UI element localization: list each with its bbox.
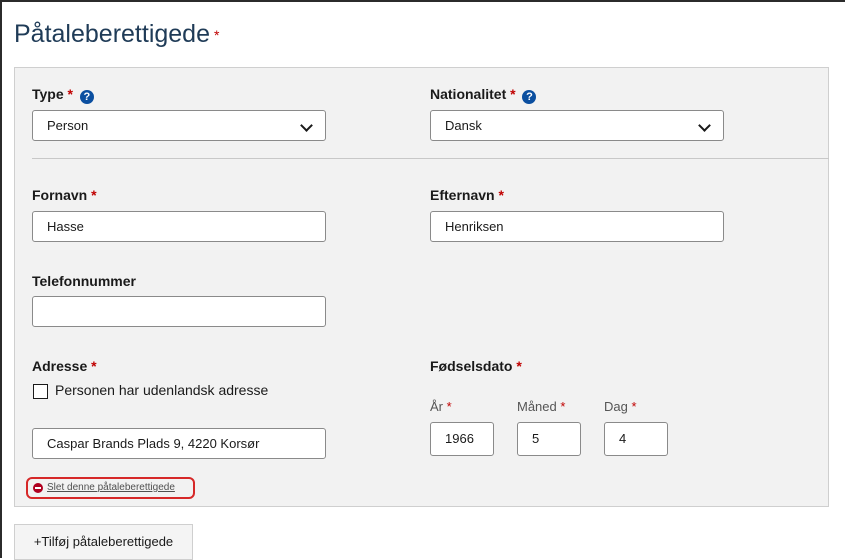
required-asterisk: * [498,187,504,203]
minus-circle-icon [33,483,43,493]
day-label-text: Dag [604,399,628,414]
divider [32,158,829,159]
month-label: Måned * [517,399,565,414]
day-label: Dag * [604,399,637,414]
required-asterisk: * [91,358,97,374]
nationality-select-value: Dansk [445,118,482,133]
nationality-select[interactable]: Dansk [430,110,724,141]
year-input[interactable]: 1966 [430,422,494,456]
section-title: Påtaleberettigede * [14,20,219,49]
required-asterisk: * [631,399,637,414]
foreign-address-checkbox[interactable] [33,384,48,399]
month-input[interactable]: 5 [517,422,581,456]
firstname-label: Fornavn * [32,187,97,203]
phone-input[interactable] [32,296,326,327]
nationality-label: Nationalitet * ? [430,86,537,104]
birthdate-label: Fødselsdato * [430,358,522,374]
phone-label-text: Telefonnummer [32,273,136,289]
left-border [0,0,2,558]
chevron-down-icon [300,119,313,132]
address-label: Adresse * [32,358,97,374]
address-label-text: Adresse [32,358,88,374]
address-input[interactable]: Caspar Brands Plads 9, 4220 Korsør [32,428,326,459]
question-circle-icon[interactable]: ? [79,90,94,104]
required-asterisk: * [560,399,566,414]
required-asterisk: * [446,399,452,414]
required-asterisk: * [213,27,220,44]
foreign-address-label[interactable]: Personen har udenlandsk adresse [55,382,268,398]
lastname-input[interactable]: Henriksen [430,211,724,242]
phone-label: Telefonnummer [32,273,136,289]
question-circle-icon[interactable]: ? [522,90,537,104]
top-border [0,0,845,2]
nationality-label-text: Nationalitet [430,86,507,102]
required-asterisk: * [67,86,73,102]
chevron-down-icon [698,119,711,132]
year-label: År * [430,399,452,414]
day-input[interactable]: 4 [604,422,668,456]
lastname-label-text: Efternavn [430,187,495,203]
firstname-label-text: Fornavn [32,187,88,203]
birthdate-label-text: Fødselsdato [430,358,513,374]
type-label-text: Type [32,86,64,102]
delete-party-label[interactable]: Slet denne påtaleberettigede [47,482,175,493]
delete-party-link[interactable]: Slet denne påtaleberettigede [26,477,195,499]
lastname-label: Efternavn * [430,187,504,203]
section-title-text: Påtaleberettigede [14,20,210,48]
required-asterisk: * [510,86,516,102]
add-party-button[interactable]: +Tilføj påtaleberettigede [14,524,193,560]
type-select[interactable]: Person [32,110,326,141]
firstname-input[interactable]: Hasse [32,211,326,242]
type-select-value: Person [47,118,89,133]
year-label-text: År [430,399,443,414]
required-asterisk: * [91,187,97,203]
month-label-text: Måned [517,399,557,414]
required-asterisk: * [516,358,522,374]
type-label: Type * ? [32,86,94,104]
